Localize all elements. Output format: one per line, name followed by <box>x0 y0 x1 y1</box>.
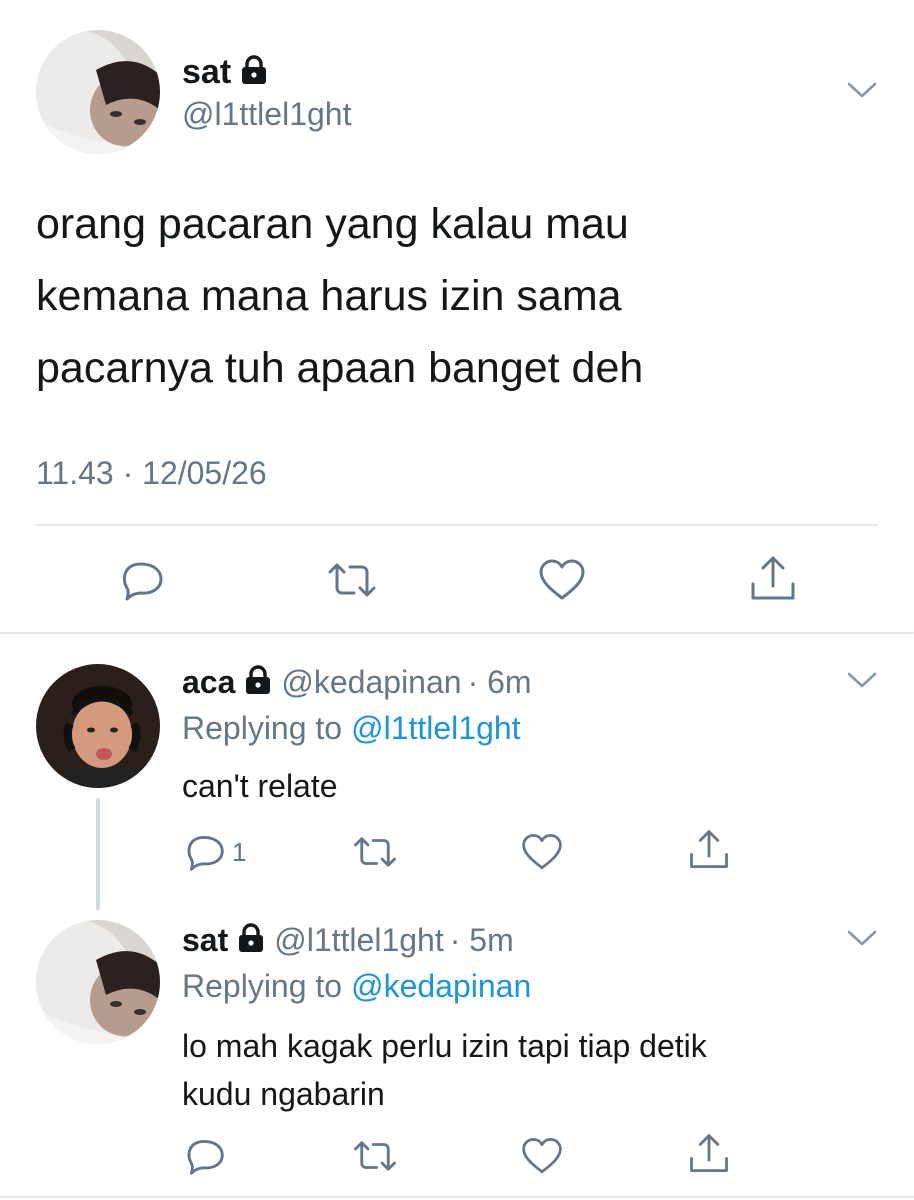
handle[interactable]: @kedapinan <box>281 664 461 701</box>
reply-button[interactable]: 1 <box>184 832 246 872</box>
timestamp[interactable]: 11.43 · 12/05/26 <box>36 455 267 492</box>
retweet-icon <box>352 1138 398 1174</box>
share-button[interactable] <box>688 1132 730 1176</box>
retweet-button[interactable] <box>326 560 378 600</box>
share-icon <box>688 1132 730 1176</box>
reply-text-line: lo mah kagak perlu izin tapi tiap detik <box>182 1028 707 1064</box>
avatar[interactable] <box>36 920 160 1044</box>
share-icon <box>688 828 730 872</box>
heart-icon <box>521 1136 563 1176</box>
retweet-icon <box>326 560 378 600</box>
replying-to-link[interactable]: @kedapinan <box>351 968 531 1005</box>
retweet-button[interactable] <box>352 834 398 870</box>
reply-text-line: can't relate <box>182 768 338 804</box>
chevron-down-icon[interactable] <box>846 928 878 953</box>
divider <box>36 524 878 526</box>
tweet-text-line: orang pacaran yang kalau mau <box>36 200 629 248</box>
replying-to-link[interactable]: @l1ttlel1ght <box>351 710 520 747</box>
display-name[interactable]: sat <box>182 53 231 92</box>
retweet-button[interactable] <box>352 1138 398 1174</box>
like-button[interactable] <box>521 1136 563 1176</box>
share-button[interactable] <box>688 828 730 872</box>
thread-line <box>96 798 100 910</box>
reply-count: 1 <box>232 836 247 867</box>
replying-to-label: Replying to <box>182 967 343 1004</box>
avatar[interactable] <box>36 664 160 788</box>
reply-icon <box>184 1136 226 1176</box>
section-divider <box>0 632 914 634</box>
lock-icon <box>241 54 267 90</box>
relative-time[interactable]: · 6m <box>468 664 532 701</box>
reply-text-line: kudu ngabarin <box>182 1076 385 1112</box>
reply-icon <box>184 832 226 872</box>
reply-icon <box>119 558 165 602</box>
reply-button[interactable] <box>184 1136 232 1176</box>
like-button[interactable] <box>521 832 563 872</box>
reply-button[interactable] <box>119 558 165 602</box>
heart-icon <box>521 832 563 872</box>
chevron-down-icon[interactable] <box>846 80 878 105</box>
chevron-down-icon[interactable] <box>846 670 878 695</box>
display-name[interactable]: sat <box>182 922 228 959</box>
retweet-icon <box>352 834 398 870</box>
tweet-text-line: kemana mana harus izin sama <box>36 272 622 320</box>
share-icon <box>749 554 797 604</box>
handle[interactable]: @l1ttlel1ght <box>182 96 351 133</box>
share-button[interactable] <box>749 554 797 604</box>
lock-icon <box>245 664 271 700</box>
handle[interactable]: @l1ttlel1ght <box>274 922 443 959</box>
avatar[interactable] <box>36 30 160 154</box>
replying-to-label: Replying to <box>182 709 343 746</box>
heart-icon <box>538 558 586 602</box>
bottom-divider <box>0 1196 914 1198</box>
display-name[interactable]: aca <box>182 664 235 701</box>
like-button[interactable] <box>538 558 586 602</box>
relative-time[interactable]: · 5m <box>450 922 514 959</box>
tweet-text-line: pacarnya tuh apaan banget deh <box>36 344 644 392</box>
lock-icon <box>238 922 264 958</box>
